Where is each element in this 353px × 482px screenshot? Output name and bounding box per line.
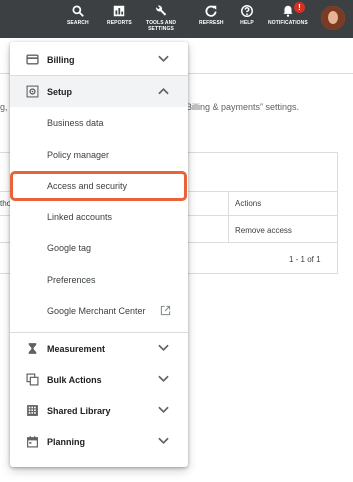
- google-tag-label: Google tag: [47, 243, 92, 253]
- menu-subitem-google-tag[interactable]: Google tag: [10, 232, 188, 263]
- highlight-box: [10, 171, 187, 201]
- refresh-icon: [205, 5, 217, 17]
- reports-button[interactable]: REPORTS: [107, 4, 132, 26]
- avatar-face: [328, 11, 338, 24]
- measurement-label: Measurement: [47, 343, 106, 354]
- notifications-button[interactable]: ! NOTIFICATIONS: [268, 2, 308, 26]
- policy-manager-label: Policy manager: [47, 150, 110, 160]
- business-data-label: Business data: [47, 118, 104, 128]
- setup-icon: [26, 85, 39, 98]
- bulk-actions-label: Bulk Actions: [47, 374, 102, 385]
- menu-subitem-linked-accounts[interactable]: Linked accounts: [10, 201, 188, 232]
- menu-item-measurement[interactable]: Measurement: [10, 333, 188, 364]
- help-icon: [241, 5, 253, 17]
- refresh-label: REFRESH: [199, 20, 224, 26]
- avatar[interactable]: [321, 6, 345, 30]
- bulk-actions-icon: [26, 373, 39, 386]
- menu-subitem-preferences[interactable]: Preferences: [10, 264, 188, 295]
- reports-label: REPORTS: [107, 20, 132, 26]
- linked-accounts-label: Linked accounts: [47, 212, 113, 222]
- bell-icon: [283, 5, 293, 17]
- search-button[interactable]: SEARCH: [67, 4, 89, 26]
- help-label: HELP: [240, 20, 254, 26]
- notifications-label: NOTIFICATIONS: [268, 20, 308, 26]
- top-toolbar: SEARCH REPORTS TOOLS AND SETTINGS REFRES…: [0, 0, 353, 38]
- remove-access-link[interactable]: Remove access: [235, 226, 292, 235]
- tools-and-settings-button[interactable]: TOOLS AND SETTINGS: [146, 4, 176, 32]
- menu-item-bulk-actions[interactable]: Bulk Actions: [10, 364, 188, 395]
- table-column-divider: [228, 191, 229, 242]
- pagination-text: 1 - 1 of 1: [289, 255, 321, 264]
- menu-subitem-google-merchant-center[interactable]: Google Merchant Center: [10, 295, 188, 326]
- credit-card-icon: [26, 54, 39, 65]
- chevron-down-icon: [158, 344, 169, 352]
- tools-menu: Billing Setup Business data Policy manag…: [10, 42, 188, 467]
- chevron-down-icon: [158, 55, 169, 63]
- help-button[interactable]: HELP: [240, 4, 254, 26]
- tools-label: TOOLS AND SETTINGS: [146, 20, 176, 32]
- settings-text: Billing & payments” settings.: [186, 102, 300, 112]
- preferences-label: Preferences: [47, 275, 96, 285]
- shared-library-icon: [27, 405, 38, 416]
- planning-label: Planning: [47, 436, 85, 447]
- actions-header: Actions: [235, 199, 262, 208]
- menu-item-setup[interactable]: Setup: [10, 76, 188, 107]
- chevron-down-icon: [158, 437, 169, 445]
- chevron-down-icon: [158, 406, 169, 414]
- reports-icon: [114, 5, 125, 17]
- google-merchant-center-label: Google Merchant Center: [47, 306, 146, 316]
- background-text-fragment: g,: [0, 102, 8, 112]
- menu-item-billing[interactable]: Billing: [10, 44, 188, 75]
- hourglass-icon: [28, 343, 37, 354]
- calendar-icon: [27, 436, 38, 448]
- chevron-up-icon: [158, 87, 169, 95]
- shared-library-label: Shared Library: [47, 405, 111, 416]
- menu-subitem-policy-manager[interactable]: Policy manager: [10, 139, 188, 170]
- search-label: SEARCH: [67, 20, 89, 26]
- refresh-button[interactable]: REFRESH: [199, 4, 224, 26]
- chevron-down-icon: [158, 375, 169, 383]
- setup-label: Setup: [47, 86, 73, 97]
- menu-subitem-business-data[interactable]: Business data: [10, 107, 188, 138]
- billing-label: Billing: [47, 54, 75, 65]
- search-icon: [72, 5, 84, 17]
- menu-item-planning[interactable]: Planning: [10, 426, 188, 457]
- tools-label-line2: SETTINGS: [148, 26, 174, 32]
- menu-item-shared-library[interactable]: Shared Library: [10, 395, 188, 426]
- wrench-icon: [156, 5, 167, 16]
- external-link-icon: [160, 305, 171, 316]
- notification-badge: !: [293, 2, 305, 13]
